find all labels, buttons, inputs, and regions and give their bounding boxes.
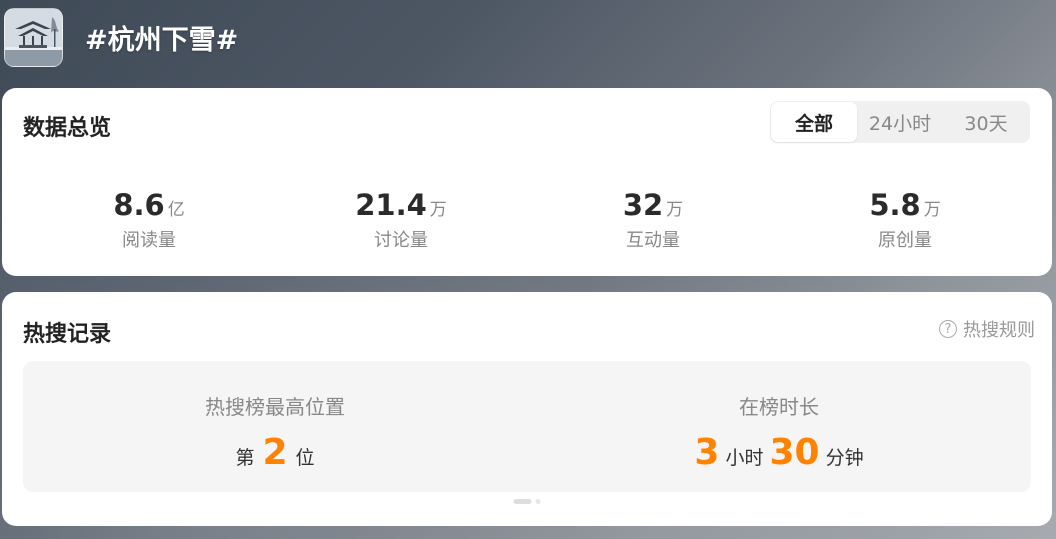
- stat-unit: 万: [429, 200, 447, 220]
- minutes-unit: 分钟: [825, 447, 864, 469]
- top-position-label: 热搜榜最高位置: [205, 395, 345, 419]
- top-position-block: 热搜榜最高位置 第 2 位: [23, 361, 527, 492]
- stat-value: 8.6: [113, 188, 165, 222]
- hot-search-rules-link[interactable]: ? 热搜规则: [939, 316, 1035, 342]
- hot-search-title: 热搜记录: [23, 322, 112, 347]
- rank-suffix: 位: [295, 447, 315, 469]
- top-position-value: 第 2 位: [235, 432, 314, 473]
- stat-discussions: 21.4 万 讨论量: [275, 188, 527, 252]
- tab-24-hours[interactable]: 24小时: [857, 102, 943, 142]
- stat-unit: 亿: [167, 200, 185, 220]
- hot-search-record-panel[interactable]: 热搜榜最高位置 第 2 位 在榜时长 3 小时 30 分钟: [23, 361, 1031, 492]
- snowy-pavilion-image: [5, 8, 62, 66]
- rank-number: 2: [262, 432, 288, 473]
- topic-title: #杭州下雪#: [85, 24, 239, 56]
- duration-minutes: 30: [769, 432, 820, 473]
- hot-search-card: 热搜记录 ? 热搜规则 热搜榜最高位置 第 2 位 在榜时长 3 小时 30 分…: [2, 292, 1052, 526]
- topic-header: #杭州下雪#: [4, 6, 238, 68]
- stat-originals: 5.8 万 原创量: [779, 188, 1031, 252]
- rank-prefix: 第: [235, 447, 255, 469]
- hours-unit: 小时: [725, 447, 764, 469]
- tab-all[interactable]: 全部: [771, 102, 857, 142]
- duration-label: 在榜时长: [739, 395, 819, 419]
- data-overview-card: 数据总览 全部 24小时 30天 8.6 亿 阅读量 21.4 万 讨论量 32…: [2, 88, 1052, 276]
- stat-unit: 万: [923, 200, 941, 220]
- pager-dot-active[interactable]: [513, 499, 532, 504]
- rules-label: 热搜规则: [963, 320, 1035, 341]
- stat-label: 互动量: [626, 230, 680, 251]
- stat-label: 原创量: [878, 230, 932, 251]
- duration-value: 3 小时 30 分钟: [694, 432, 863, 473]
- stat-value: 21.4: [355, 188, 427, 222]
- question-circle-icon: ?: [939, 320, 957, 338]
- duration-block: 在榜时长 3 小时 30 分钟: [527, 361, 1031, 492]
- topic-avatar[interactable]: [4, 7, 63, 67]
- stat-reads: 8.6 亿 阅读量: [23, 188, 275, 252]
- pager-dot[interactable]: [535, 499, 541, 504]
- stat-unit: 万: [666, 200, 684, 220]
- stat-label: 阅读量: [122, 230, 176, 251]
- carousel-pager: [513, 499, 541, 504]
- stats-row: 8.6 亿 阅读量 21.4 万 讨论量 32 万 互动量 5.8 万 原创量: [23, 188, 1031, 252]
- overview-title: 数据总览: [23, 116, 112, 141]
- stat-interactions: 32 万 互动量: [527, 188, 779, 252]
- tab-30-days[interactable]: 30天: [943, 102, 1029, 142]
- stat-label: 讨论量: [374, 230, 428, 251]
- time-range-tabs: 全部 24小时 30天: [770, 101, 1030, 143]
- stat-value: 32: [622, 188, 664, 222]
- stat-value: 5.8: [869, 188, 921, 222]
- duration-hours: 3: [694, 432, 720, 473]
